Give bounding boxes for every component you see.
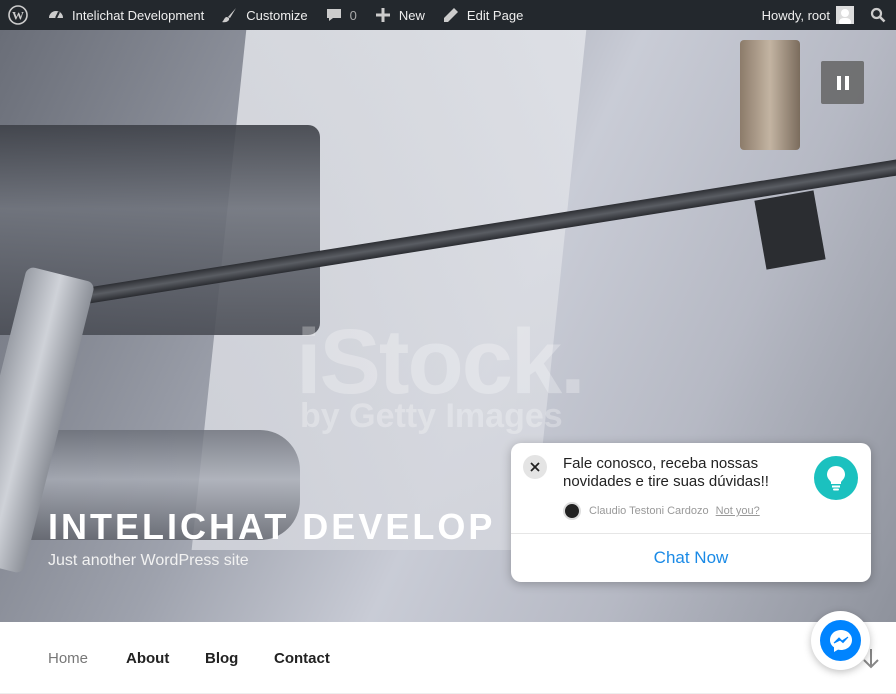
chat-message: Fale conosco, receba nossas novidades e … — [563, 455, 769, 490]
comments-count: 0 — [349, 7, 357, 23]
site-name-link[interactable]: Intelichat Development — [38, 0, 212, 30]
comments-link[interactable]: 0 — [316, 0, 365, 30]
new-content-link[interactable]: New — [365, 0, 433, 30]
edit-page-link[interactable]: Edit Page — [433, 0, 531, 30]
greeting-label: Howdy, root — [761, 7, 830, 23]
wordpress-icon: W — [8, 5, 28, 25]
plus-icon — [373, 5, 393, 25]
chat-now-button[interactable]: Chat Now — [511, 534, 871, 582]
not-you-link[interactable]: Not you? — [716, 505, 760, 517]
customize-label: Customize — [246, 7, 308, 23]
pause-icon-bar-right — [844, 75, 849, 90]
dashboard-icon — [46, 5, 66, 25]
chat-popup: Fale conosco, receba nossas novidades e … — [511, 443, 871, 582]
video-pause-button[interactable] — [821, 61, 864, 104]
close-icon — [530, 462, 540, 472]
edit-page-label: Edit Page — [466, 7, 524, 23]
pause-icon-bar-left — [836, 75, 841, 90]
author-name: Claudio Testoni Cardozo — [589, 505, 709, 517]
messenger-icon — [820, 620, 861, 661]
main-navigation: Home About Blog Contact — [0, 622, 896, 694]
stock-watermark-sub: by Getty Images — [300, 397, 563, 435]
brush-icon — [220, 5, 240, 25]
site-name-label: Intelichat Development — [72, 7, 205, 23]
nav-item-blog[interactable]: Blog — [205, 650, 238, 667]
search-icon — [870, 7, 886, 23]
nav-item-home[interactable]: Home — [48, 650, 88, 667]
wordpress-logo-button[interactable]: W — [0, 0, 38, 30]
customize-link[interactable]: Customize — [212, 0, 315, 30]
site-title[interactable]: INTELICHAT DEVELOP — [48, 506, 495, 548]
hero-image-clamp — [754, 190, 826, 270]
my-account-menu[interactable]: Howdy, root — [754, 0, 858, 30]
comment-icon — [324, 5, 344, 25]
hero-image-hook — [740, 40, 800, 150]
nav-item-about[interactable]: About — [126, 650, 169, 667]
new-label: New — [398, 7, 425, 23]
lightbulb-icon — [814, 456, 858, 500]
svg-text:W: W — [12, 9, 24, 23]
chat-close-button[interactable] — [523, 455, 547, 479]
user-avatar — [836, 6, 854, 24]
site-description: Just another WordPress site — [48, 552, 249, 569]
admin-search-button[interactable] — [858, 0, 896, 30]
author-avatar — [563, 502, 581, 520]
nav-item-contact[interactable]: Contact — [274, 650, 330, 667]
pencil-icon — [441, 5, 461, 25]
admin-bar: W Intelichat Development Customize 0 New… — [0, 0, 896, 30]
chat-author: Claudio Testoni Cardozo Not you? — [563, 502, 760, 520]
messenger-button[interactable] — [811, 611, 870, 670]
